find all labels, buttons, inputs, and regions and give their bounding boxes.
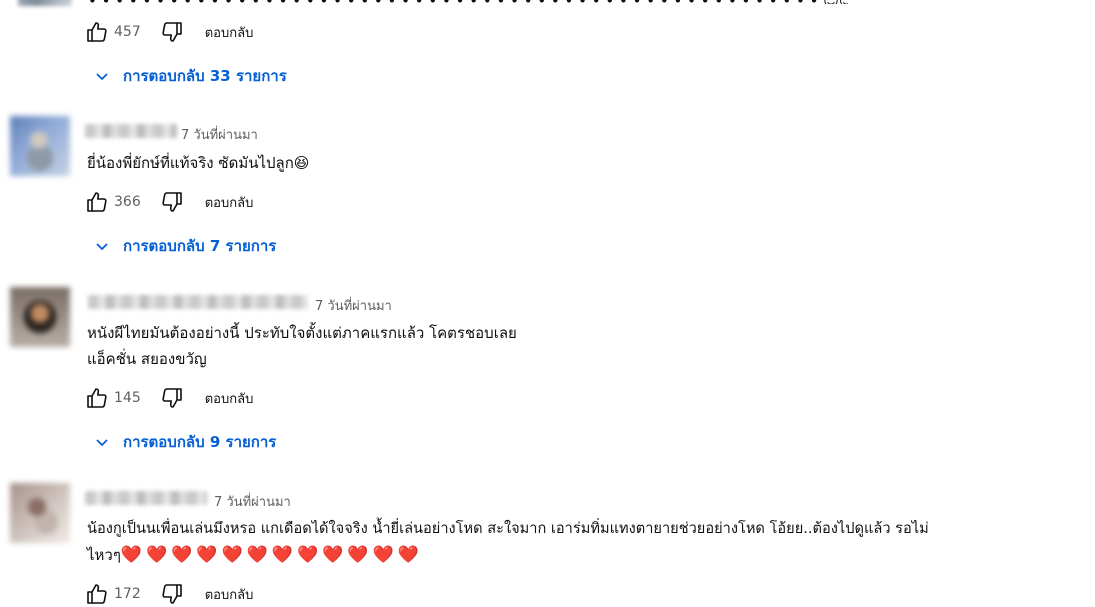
thumb-up-icon[interactable] xyxy=(84,581,110,607)
replies-label: การตอบกลับ 9 รายการ xyxy=(123,433,277,451)
thumb-up-icon[interactable] xyxy=(84,19,110,45)
like-count: 457 xyxy=(114,24,141,40)
comment-actions: 145 ตอบกลับ xyxy=(84,385,253,411)
comment-time[interactable]: 7 วันที่ผ่านมา xyxy=(181,124,258,145)
chevron-down-icon xyxy=(91,431,113,453)
avatar[interactable] xyxy=(10,287,70,347)
thumb-up-icon[interactable] xyxy=(84,385,110,411)
thumb-down-icon[interactable] xyxy=(159,19,185,45)
thumb-down-icon[interactable] xyxy=(159,189,185,215)
author-name[interactable] xyxy=(85,124,177,138)
comment-text-line-2: ไหวๆ❤️❤️❤️❤️❤️❤️❤️❤️❤️❤️❤️❤️ xyxy=(87,542,423,568)
chevron-down-icon xyxy=(91,65,113,87)
comment-actions: 457 ตอบกลับ xyxy=(84,19,253,45)
chevron-down-icon xyxy=(91,235,113,257)
replies-label: การตอบกลับ 7 รายการ xyxy=(123,237,277,255)
reply-button[interactable]: ตอบกลับ xyxy=(205,22,254,43)
comment-actions: 172 ตอบกลับ xyxy=(84,581,253,607)
reply-button[interactable]: ตอบกลับ xyxy=(205,388,254,409)
avatar[interactable] xyxy=(10,116,70,176)
comment-text-line-1: หนังผีไทยมันต้องอย่างนี้ ประทับใจตั้งแต่… xyxy=(87,324,517,342)
reply-button[interactable]: ตอบกลับ xyxy=(205,192,254,213)
view-replies-button[interactable]: การตอบกลับ 33 รายการ xyxy=(91,64,287,88)
view-replies-button[interactable]: การตอบกลับ 7 รายการ xyxy=(91,234,276,258)
view-replies-button[interactable]: การตอบกลับ 9 รายการ xyxy=(91,430,276,454)
like-count: 366 xyxy=(114,194,141,210)
reply-button[interactable]: ตอบกลับ xyxy=(205,584,254,605)
comment-time[interactable]: 7 วันที่ผ่านมา xyxy=(315,295,392,316)
comment-text-line-2-text: ไหวๆ xyxy=(87,546,121,564)
replies-label: การตอบกลับ 33 รายการ xyxy=(123,67,287,85)
comment-text-remnant: • • • • • • • • • • • • • • • • • • • • … xyxy=(88,0,848,4)
avatar[interactable] xyxy=(18,0,72,6)
comment-text-line-2: แอ็คชั่น สยองขวัญ xyxy=(87,350,207,368)
comment-time[interactable]: 7 วันที่ผ่านมา xyxy=(214,491,291,512)
hearts-emoji: ❤️❤️❤️❤️❤️❤️❤️❤️❤️❤️❤️❤️ xyxy=(120,545,423,565)
comment-text-line-1: น้องกูเป็นนเพื่อนเล่นมึงหรอ แกเดือดได้ใจ… xyxy=(87,520,929,537)
author-name[interactable] xyxy=(85,491,207,505)
comment-text: ยี่น้องพี่ยักษ์ที่แท้จริง ซัดมันไปลูก😆 xyxy=(87,154,310,172)
thumb-down-icon[interactable] xyxy=(159,385,185,411)
comment-actions: 366 ตอบกลับ xyxy=(84,189,253,215)
like-count: 145 xyxy=(114,390,141,406)
avatar[interactable] xyxy=(10,483,70,543)
author-name[interactable] xyxy=(88,295,308,309)
thumb-down-icon[interactable] xyxy=(159,581,185,607)
thumb-up-icon[interactable] xyxy=(84,189,110,215)
